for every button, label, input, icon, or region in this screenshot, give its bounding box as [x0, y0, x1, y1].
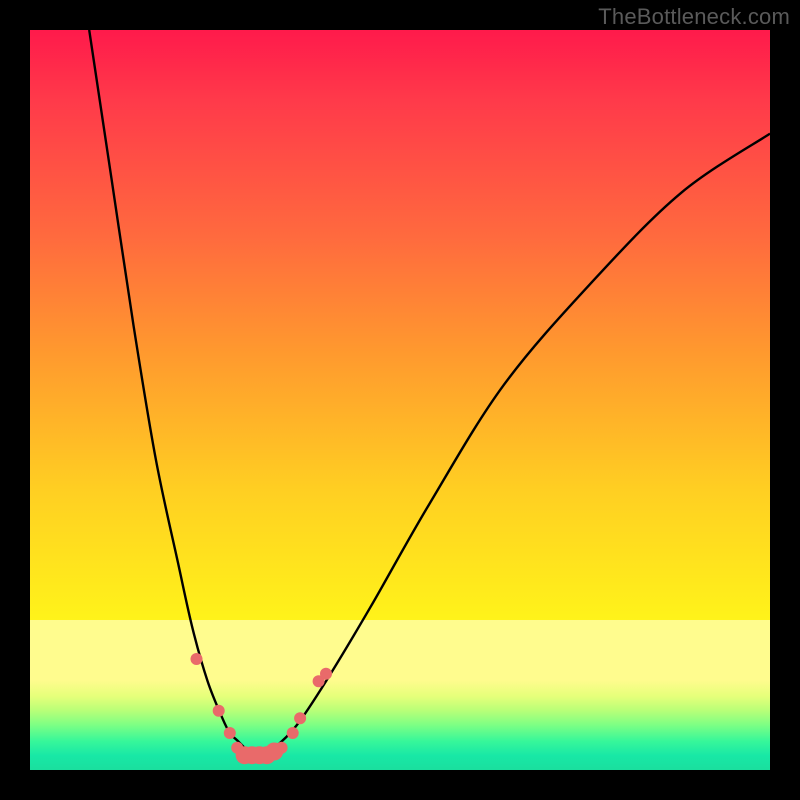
- data-marker: [276, 742, 288, 754]
- data-marker: [320, 668, 332, 680]
- data-marker: [191, 653, 203, 665]
- markers-group: [191, 653, 333, 764]
- curves-group: [89, 30, 770, 756]
- curves-layer: [30, 30, 770, 770]
- data-marker: [224, 727, 236, 739]
- data-marker: [213, 705, 225, 717]
- curve-right-curve: [259, 134, 770, 756]
- watermark-label: TheBottleneck.com: [598, 4, 790, 30]
- chart-frame: TheBottleneck.com: [0, 0, 800, 800]
- data-marker: [294, 712, 306, 724]
- plot-area: [30, 30, 770, 770]
- curve-left-curve: [89, 30, 259, 756]
- data-marker: [287, 727, 299, 739]
